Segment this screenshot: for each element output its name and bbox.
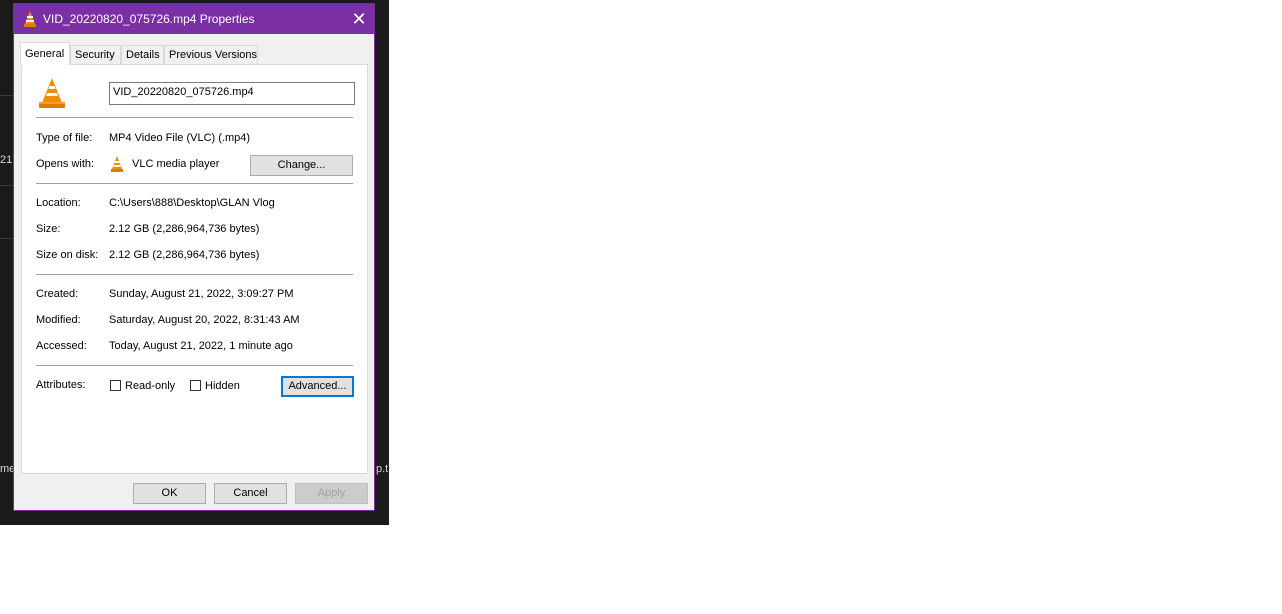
separator [36, 117, 353, 118]
file-name-field[interactable]: VID_20220820_075726.mp4 [109, 82, 355, 105]
advanced-button[interactable]: Advanced... [281, 376, 354, 397]
dialog-title: VID_20220820_075726.mp4 Properties [43, 12, 255, 26]
tab-security[interactable]: Security [70, 45, 121, 64]
tab-previous-versions[interactable]: Previous Versions [164, 45, 258, 64]
tab-details[interactable]: Details [121, 45, 164, 64]
vlc-cone-icon [111, 156, 123, 172]
title-bar[interactable]: VID_20220820_075726.mp4 Properties ✕ [14, 4, 374, 34]
size-on-disk-label: Size on disk: [36, 249, 99, 261]
ok-button[interactable]: OK [133, 483, 206, 504]
accessed-value: Today, August 21, 2022, 1 minute ago [109, 340, 293, 352]
properties-dialog: VID_20220820_075726.mp4 Properties ✕ Gen… [13, 3, 375, 511]
bg-divider [0, 185, 14, 186]
bg-divider [0, 95, 14, 96]
attributes-label: Attributes: [36, 379, 86, 391]
size-value: 2.12 GB (2,286,964,736 bytes) [109, 223, 260, 235]
separator [36, 365, 353, 366]
general-panel: VID_20220820_075726.mp4 Type of file: MP… [21, 64, 368, 474]
vlc-cone-icon [24, 11, 36, 27]
created-label: Created: [36, 288, 79, 300]
cancel-button[interactable]: Cancel [214, 483, 287, 504]
modified-label: Modified: [36, 314, 81, 326]
bg-text-fragment: 21 [0, 154, 13, 166]
readonly-label[interactable]: Read-only [125, 380, 175, 392]
type-value: MP4 Video File (VLC) (.mp4) [109, 132, 251, 144]
tab-general[interactable]: General [20, 42, 70, 65]
bg-text-fragment: p.t [376, 463, 389, 475]
created-value: Sunday, August 21, 2022, 3:09:27 PM [109, 288, 294, 300]
close-icon[interactable]: ✕ [344, 4, 374, 34]
separator [36, 274, 353, 275]
size-label: Size: [36, 223, 61, 235]
vlc-cone-icon [39, 78, 65, 108]
type-label: Type of file: [36, 132, 93, 144]
hidden-label[interactable]: Hidden [205, 380, 240, 392]
location-label: Location: [36, 197, 81, 209]
opens-with-label: Opens with: [36, 158, 95, 170]
location-value: C:\Users\888\Desktop\GLAN Vlog [109, 197, 275, 209]
change-button[interactable]: Change... [250, 155, 353, 176]
modified-value: Saturday, August 20, 2022, 8:31:43 AM [109, 314, 300, 326]
hidden-checkbox[interactable] [190, 380, 201, 391]
opens-with-value: VLC media player [132, 158, 220, 170]
size-on-disk-value: 2.12 GB (2,286,964,736 bytes) [109, 249, 260, 261]
bg-divider [0, 238, 14, 239]
apply-button: Apply [295, 483, 368, 504]
readonly-checkbox[interactable] [110, 380, 121, 391]
separator [36, 183, 353, 184]
accessed-label: Accessed: [36, 340, 87, 352]
